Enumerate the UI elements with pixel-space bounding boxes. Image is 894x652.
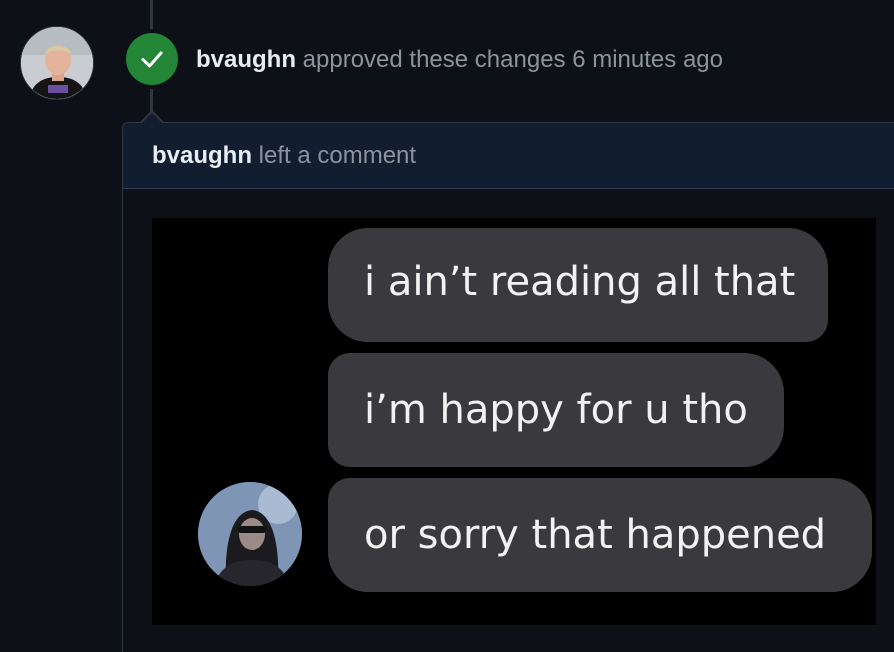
pr-timeline: bvaughn approved these changes 6 minutes…: [0, 0, 894, 652]
person-photo-icon: [21, 27, 93, 99]
message-bubble: or sorry that happened: [328, 478, 872, 592]
check-icon: [141, 51, 163, 68]
review-timestamp[interactable]: 6 minutes ago: [572, 46, 723, 73]
meme-image[interactable]: i ain’t reading all that i’m happy for u…: [152, 218, 876, 625]
comment-author-link[interactable]: bvaughn: [152, 142, 252, 170]
message-bubble: i ain’t reading all that: [328, 228, 828, 342]
message-bubble: i’m happy for u tho: [328, 353, 784, 467]
message-text: i ain’t reading all that: [364, 259, 796, 305]
message-text: or sorry that happened: [364, 512, 827, 558]
comment-header: bvaughn left a comment: [123, 123, 894, 189]
approved-badge: [126, 33, 178, 85]
review-author-link[interactable]: bvaughn: [196, 46, 296, 73]
message-text: i’m happy for u tho: [364, 387, 748, 433]
sender-avatar: [198, 482, 302, 586]
comment-caret-fill: [142, 113, 162, 123]
reviewer-avatar[interactable]: [20, 26, 94, 100]
review-event-text: bvaughn approved these changes 6 minutes…: [196, 45, 723, 75]
review-action-text: approved these changes: [302, 46, 566, 73]
person-photo-icon: [198, 482, 302, 586]
comment-action-text: left a comment: [258, 141, 417, 169]
